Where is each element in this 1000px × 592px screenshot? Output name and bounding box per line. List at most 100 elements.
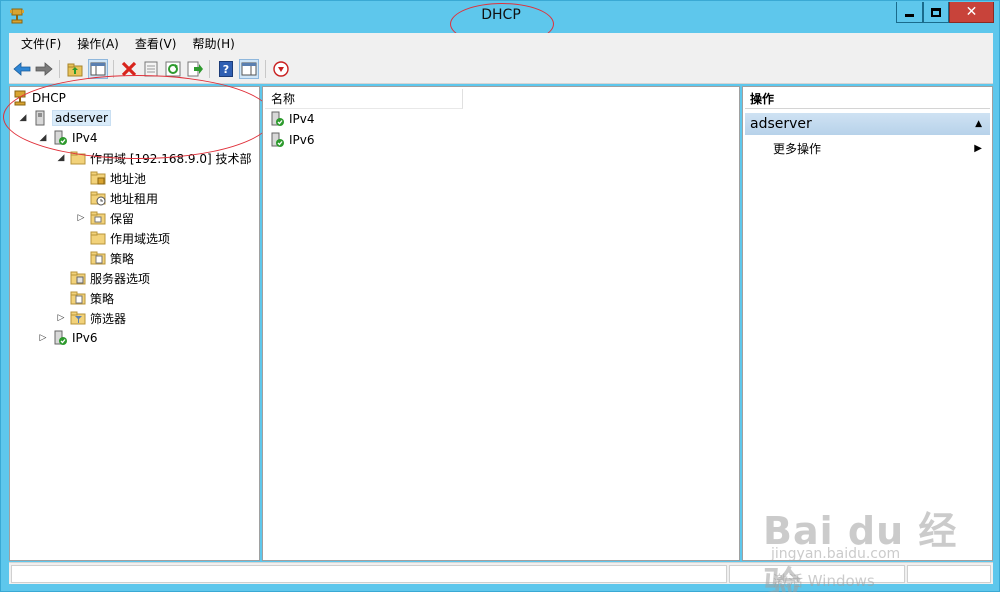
stop-service-button[interactable] xyxy=(271,59,291,79)
delete-icon xyxy=(121,61,137,77)
maximize-icon xyxy=(931,7,941,17)
export-list-button[interactable] xyxy=(185,59,205,79)
collapse-up-icon[interactable]: ▲ xyxy=(975,119,982,129)
tree-item-server-options[interactable]: 服务器选项 xyxy=(70,268,150,288)
tree-label: 保留 xyxy=(110,211,135,226)
tree-item-ipv4[interactable]: ◢ IPv4 xyxy=(38,128,98,148)
ipv4-server-icon xyxy=(271,111,284,126)
export-list-icon xyxy=(187,61,203,77)
more-actions-item[interactable]: 更多操作 ▶ xyxy=(773,139,988,157)
console-tree-pane: DHCP ◢ adserver ◢ IPv4 ◢ 作用域 [192.168.9.… xyxy=(9,86,260,561)
dhcp-window: DHCP ✕ 文件(F) 操作(A) 查看(V) 帮助(H) ? DHCP ◢ … xyxy=(0,0,1000,592)
submenu-arrow-icon: ▶ xyxy=(974,142,982,154)
refresh-icon xyxy=(165,61,181,77)
properties-icon xyxy=(144,61,158,77)
ipv6-server-icon xyxy=(271,132,284,147)
show-hide-action-pane-button[interactable] xyxy=(239,59,259,79)
help-icon: ? xyxy=(219,61,233,77)
forward-icon xyxy=(35,62,53,76)
tree-item-ipv6[interactable]: ▷ IPv6 xyxy=(38,328,98,348)
server-options-icon xyxy=(70,271,86,285)
actions-group-adserver[interactable]: adserver ▲ xyxy=(745,113,990,135)
tree-label: 筛选器 xyxy=(90,311,127,326)
svg-text:?: ? xyxy=(223,63,229,76)
column-header-name[interactable]: 名称 xyxy=(265,89,463,109)
ipv6-server-icon xyxy=(54,330,67,345)
more-actions-label: 更多操作 xyxy=(773,141,822,156)
list-item-label: IPv6 xyxy=(289,133,315,147)
window-title: DHCP xyxy=(481,7,521,23)
results-pane: 名称 IPv4 IPv6 xyxy=(262,86,740,561)
properties-button[interactable] xyxy=(141,59,161,79)
close-button[interactable]: ✕ xyxy=(949,2,994,23)
expand-icon[interactable]: ▷ xyxy=(76,213,86,223)
actions-header: 操作 xyxy=(745,89,990,109)
address-pool-icon xyxy=(90,171,106,185)
tree-item-reservations[interactable]: ▷ 保留 xyxy=(76,208,134,228)
tree-label: 服务器选项 xyxy=(90,271,151,286)
status-cell-main xyxy=(11,565,727,583)
menu-view[interactable]: 查看(V) xyxy=(127,33,185,55)
actions-group-label: adserver xyxy=(750,116,812,132)
up-one-level-button[interactable] xyxy=(65,59,85,79)
toolbar: ? xyxy=(9,55,993,84)
tree-item-scope-policies[interactable]: 策略 xyxy=(90,248,134,268)
minimize-button[interactable] xyxy=(896,2,923,23)
expand-icon[interactable]: ▷ xyxy=(38,333,48,343)
reservations-icon xyxy=(90,211,106,225)
collapse-icon[interactable]: ◢ xyxy=(18,113,28,123)
dhcp-root-icon xyxy=(14,90,26,106)
actions-pane: 操作 adserver ▲ 更多操作 ▶ xyxy=(742,86,993,561)
show-hide-console-tree-button[interactable] xyxy=(88,59,108,79)
tree-item-scope-options[interactable]: 作用域选项 xyxy=(90,228,170,248)
tree-label: 策略 xyxy=(110,251,135,266)
server-icon xyxy=(35,110,45,126)
folder-icon xyxy=(70,151,86,165)
action-pane-icon xyxy=(241,62,257,76)
status-cell-secondary xyxy=(729,565,905,583)
filters-icon xyxy=(70,311,86,325)
tree-item-address-leases[interactable]: 地址租用 xyxy=(90,188,158,208)
back-button[interactable] xyxy=(12,59,32,79)
help-button[interactable]: ? xyxy=(216,59,236,79)
scope-options-icon xyxy=(90,231,106,245)
tree-label: adserver xyxy=(52,110,111,126)
tree-item-filters[interactable]: ▷ 筛选器 xyxy=(56,308,126,328)
show-hide-tree-icon xyxy=(90,62,106,76)
stop-icon xyxy=(273,61,289,77)
address-leases-icon xyxy=(90,191,106,206)
up-folder-icon xyxy=(67,63,83,77)
tree-label: IPv6 xyxy=(72,331,98,345)
minimize-icon xyxy=(905,14,914,17)
refresh-button[interactable] xyxy=(163,59,183,79)
tree-label: 作用域选项 xyxy=(110,231,171,246)
tree-label: 作用域 [192.168.9.0] 技术部 xyxy=(90,151,252,166)
policies-icon xyxy=(70,291,86,305)
title-bar: DHCP ✕ xyxy=(1,1,1000,45)
collapse-icon[interactable]: ◢ xyxy=(38,133,48,143)
menu-file[interactable]: 文件(F) xyxy=(13,33,69,55)
tree-label: DHCP xyxy=(32,91,66,105)
list-item-label: IPv4 xyxy=(289,112,315,126)
tree-item-address-pool[interactable]: 地址池 xyxy=(90,168,146,188)
menu-help[interactable]: 帮助(H) xyxy=(184,33,242,55)
forward-button[interactable] xyxy=(34,59,54,79)
list-item-ipv4[interactable]: IPv4 xyxy=(269,109,315,129)
tree-label: 策略 xyxy=(90,291,115,306)
tree-item-policies[interactable]: 策略 xyxy=(70,288,114,308)
collapse-icon[interactable]: ◢ xyxy=(56,153,66,163)
maximize-button[interactable] xyxy=(923,2,949,23)
close-icon: ✕ xyxy=(965,4,978,20)
tree-item-dhcp-root[interactable]: DHCP xyxy=(12,88,66,108)
back-icon xyxy=(13,62,31,76)
ipv4-server-icon xyxy=(54,130,67,145)
policies-icon xyxy=(90,251,106,265)
tree-label: 地址租用 xyxy=(110,191,159,206)
expand-icon[interactable]: ▷ xyxy=(56,313,66,323)
menu-bar: 文件(F) 操作(A) 查看(V) 帮助(H) xyxy=(9,33,993,55)
tree-item-adserver[interactable]: ◢ adserver xyxy=(18,108,111,128)
menu-action[interactable]: 操作(A) xyxy=(69,33,127,55)
list-item-ipv6[interactable]: IPv6 xyxy=(269,130,315,150)
delete-button[interactable] xyxy=(119,59,139,79)
tree-item-scope[interactable]: ◢ 作用域 [192.168.9.0] 技术部 xyxy=(56,148,252,168)
